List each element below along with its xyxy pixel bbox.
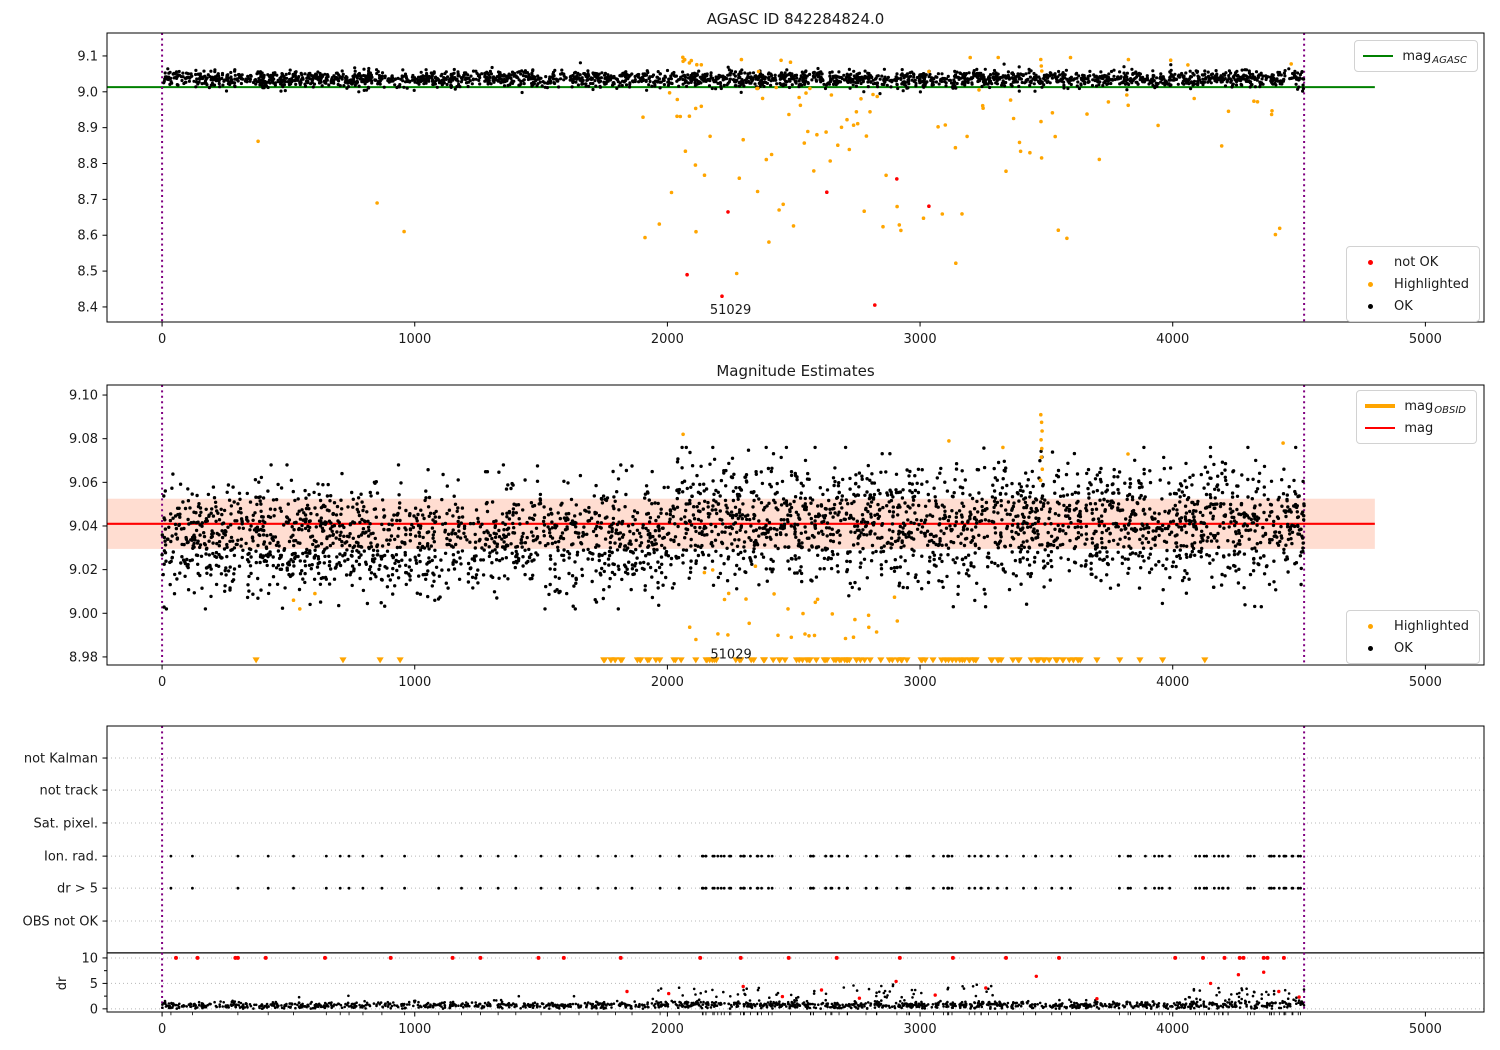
legend-entry: OK [1355,637,1469,659]
legend-entry: Highlighted [1355,273,1469,295]
dr-tick-label: 5 [90,977,98,992]
x-tick-label: 0 [158,675,166,690]
x-tick-label: 2000 [651,675,684,690]
legend-label: OK [1394,640,1413,656]
dr-tick-label: 10 [81,951,98,966]
y-tick-label: 9.10 [69,389,98,404]
subplot-1: 51029 0 1000 2000 3000 4000 5000 8.98 9.00 9.02 9.… [69,362,1485,690]
x-tick-label: 3000 [904,332,937,347]
line-swatch [1365,404,1396,408]
plot-title-1: Magnitude Estimates [716,362,874,380]
y-tick-label: 9.00 [69,607,98,622]
x-tick-label: 2000 [651,332,684,347]
dot-swatch [1367,303,1373,309]
legend-dot-sample [1355,259,1385,265]
y-tick-label: 8.6 [77,229,98,244]
x-tick-label: 4000 [1156,332,1189,347]
y-tick-label: 8.9 [77,121,98,136]
legend-mag-lines: magOBSID mag [1356,390,1477,444]
legend-label-subscript: AGASC [1432,54,1467,66]
dot-swatch [1367,645,1373,651]
legend-entry: magAGASC [1363,45,1467,67]
flag-category-label: dr > 5 [57,882,98,897]
x-tick-label: 4000 [1156,675,1189,690]
subplot-2: 0 1000 2000 3000 4000 5000 not Kalman not track… [23,725,1485,1037]
not-ok-points [685,177,931,307]
legend-label: magAGASC [1402,48,1467,66]
obsid-annotation: 51029 [710,647,751,662]
flag-category-label: OBS not OK [23,915,99,930]
legend-status-top-plot: not OK Highlighted OK [1346,246,1480,322]
legend-dot-sample [1355,623,1385,629]
x-tick-label: 0 [158,1022,166,1037]
ok-points [160,445,1306,611]
plots-canvas: 510290 1000 2000 3000 4000 50008.48.58.68.78.… [23,10,1485,1037]
x-tick-label: 4000 [1156,1022,1189,1037]
legend-entry: mag [1365,417,1466,439]
y-tick-label: 9.04 [69,519,98,534]
x-tick-label: 0 [158,332,166,347]
x-tick-label: 3000 [904,1022,937,1037]
x-tick-label: 5000 [1409,1022,1442,1037]
line-swatch [1365,426,1396,430]
legend-line-sample [1365,426,1396,430]
legend-dot-sample [1355,645,1385,651]
figure: 51029 0 1000 2000 3000 4000 5000 8.4 8.5 8.6 8.7 8.… [0,0,1500,1050]
dr-axis-label: dr [55,976,70,990]
legend-label-main: mag [1404,398,1434,414]
legend-label: OK [1394,298,1413,314]
flag-category-label: not track [39,784,98,799]
x-tick-label: 1000 [398,332,431,347]
y-tick-label: 8.4 [77,300,98,315]
x-tick-label: 5000 [1409,332,1442,347]
legend-entry: Highlighted [1355,615,1469,637]
legend-line-sample [1365,404,1396,408]
x-tick-label: 5000 [1409,675,1442,690]
flag-category-label: Ion. rad. [44,850,98,865]
y-tick-label: 8.5 [77,265,98,280]
legend-entry: magOBSID [1365,395,1466,417]
axes-frame [106,725,1485,1013]
x-tick-label: 3000 [904,675,937,690]
y-tick-label: 9.0 [77,85,98,100]
legend-label: Highlighted [1394,618,1469,634]
legend-label: not OK [1394,254,1439,270]
legend-dot-sample [1355,303,1385,309]
y-tick-label: 8.98 [69,650,98,665]
y-tick-label: 8.8 [77,157,98,172]
legend-status-middle-plot: Highlighted OK [1346,610,1480,664]
legend-label: magOBSID [1404,398,1466,416]
legend-entry: not OK [1355,251,1469,273]
legend-label-main: mag [1404,420,1434,436]
y-tick-label: 9.08 [69,432,98,447]
dot-swatch [1367,259,1373,265]
dr-ok-points [161,983,1306,1010]
dot-swatch [1367,281,1373,287]
flag-category-label: Sat. pixel. [34,816,98,831]
legend-label-subscript: OBSID [1434,404,1466,416]
legend-mag-agasc: magAGASC [1354,40,1478,72]
line-swatch [1363,54,1394,58]
legend-label: mag [1404,421,1433,436]
ok-points [162,61,1306,96]
legend-entry: OK [1355,295,1469,317]
obsid-annotation: 51029 [710,303,751,318]
legend-label: Highlighted [1394,276,1469,292]
subplot-0: 51029 0 1000 2000 3000 4000 5000 8.4 8.5 8.6 8.7 8.… [77,10,1485,347]
y-tick-label: 9.1 [77,49,98,64]
x-tick-label: 1000 [398,675,431,690]
plot-title-0: AGASC ID 842284824.0 [707,10,885,28]
dr-tick-label: 0 [90,1002,98,1017]
y-tick-label: 9.02 [69,563,98,578]
y-tick-label: 9.06 [69,476,98,491]
flag-category-label: not Kalman [24,752,98,767]
dot-swatch [1367,623,1373,629]
x-tick-label: 1000 [398,1022,431,1037]
legend-dot-sample [1355,281,1385,287]
legend-line-sample [1363,54,1394,58]
x-tick-label: 2000 [651,1022,684,1037]
y-tick-label: 8.7 [77,193,98,208]
legend-label-main: mag [1402,48,1432,64]
highlighted-points [256,55,1293,276]
